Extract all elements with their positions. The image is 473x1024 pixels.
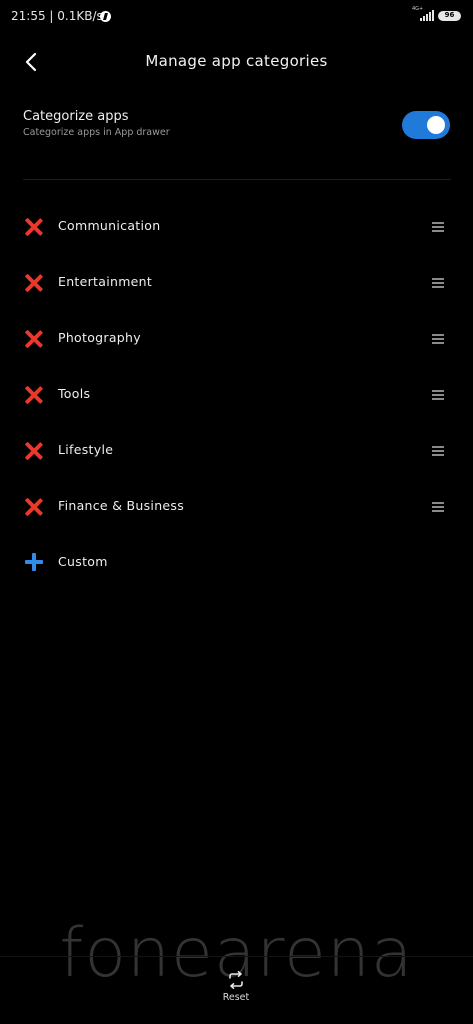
- category-label: Tools: [58, 386, 91, 401]
- shield-icon: [100, 11, 111, 22]
- remove-icon[interactable]: [24, 329, 44, 349]
- category-label: Finance & Business: [58, 498, 185, 513]
- reset-button[interactable]: Reset: [206, 968, 266, 1008]
- categorize-apps-title: Categorize apps: [23, 109, 129, 124]
- bottom-divider: [0, 956, 473, 957]
- remove-icon[interactable]: [24, 273, 44, 293]
- categorize-apps-row[interactable]: Categorize apps Categorize apps in App d…: [23, 108, 451, 148]
- category-label: Entertainment: [58, 274, 153, 289]
- category-label: Lifestyle: [58, 442, 114, 457]
- add-custom-category[interactable]: Custom: [0, 534, 473, 590]
- category-label: Photography: [58, 330, 141, 345]
- category-label: Communication: [58, 218, 161, 233]
- category-item-entertainment: Entertainment: [0, 254, 473, 310]
- status-bar: 21:55 | 0.1KB/s 4G+ 96: [0, 0, 473, 34]
- categorize-apps-subtitle: Categorize apps in App drawer: [23, 127, 170, 138]
- categorize-apps-toggle[interactable]: [402, 111, 450, 139]
- category-item-communication: Communication: [0, 198, 473, 254]
- category-list: Communication Entertainment Photography …: [0, 198, 473, 590]
- signal-icon: [420, 10, 434, 21]
- drag-handle-icon[interactable]: [432, 390, 444, 400]
- remove-icon[interactable]: [24, 217, 44, 237]
- drag-handle-icon[interactable]: [432, 334, 444, 344]
- category-item-finance-business: Finance & Business: [0, 478, 473, 534]
- drag-handle-icon[interactable]: [432, 222, 444, 232]
- category-item-lifestyle: Lifestyle: [0, 422, 473, 478]
- divider: [23, 179, 451, 180]
- status-time: 21:55 | 0.1KB/s: [11, 9, 103, 23]
- reset-label: Reset: [222, 992, 250, 1003]
- remove-icon[interactable]: [24, 497, 44, 517]
- category-item-tools: Tools: [0, 366, 473, 422]
- drag-handle-icon[interactable]: [432, 446, 444, 456]
- battery-level: 96: [444, 11, 455, 19]
- battery-icon: 96: [438, 11, 461, 21]
- remove-icon[interactable]: [24, 385, 44, 405]
- drag-handle-icon[interactable]: [432, 278, 444, 288]
- category-item-photography: Photography: [0, 310, 473, 366]
- reset-icon: [229, 971, 243, 989]
- add-custom-label: Custom: [58, 554, 108, 569]
- page-title: Manage app categories: [145, 52, 328, 70]
- screen: 21:55 | 0.1KB/s 4G+ 96 Manage app catego…: [0, 0, 473, 1024]
- plus-icon: [25, 553, 43, 571]
- remove-icon[interactable]: [24, 441, 44, 461]
- drag-handle-icon[interactable]: [432, 502, 444, 512]
- toggle-knob: [427, 116, 445, 134]
